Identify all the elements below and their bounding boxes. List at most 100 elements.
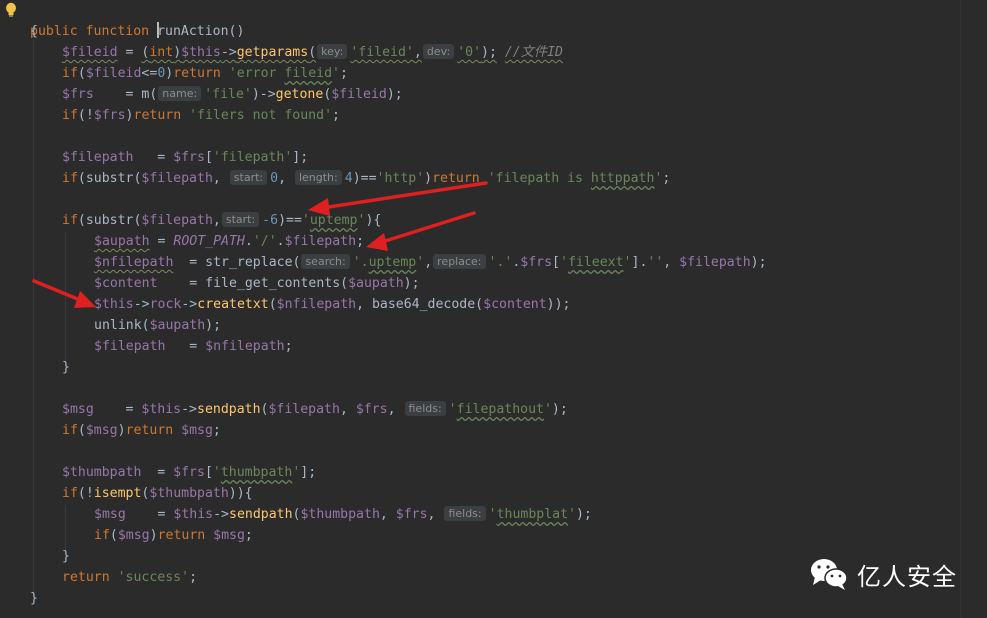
function-call: (substr( <box>77 213 142 228</box>
code-line-27: } <box>62 546 70 567</box>
string: 'error <box>228 66 285 81</box>
punct: ); <box>205 318 222 333</box>
variable: $frs <box>173 150 205 165</box>
code-line-3: $fileid = (int)$this->getparams(key:'fil… <box>62 42 563 63</box>
punct: ); <box>750 255 767 270</box>
variable: $msg <box>117 528 150 543</box>
punct: ; <box>339 66 348 81</box>
keyword: return <box>133 108 182 123</box>
function-call: file_get_contents( <box>205 276 349 291</box>
variable: $fileid <box>85 66 142 81</box>
punct: , <box>356 297 372 312</box>
method-name: createtxt <box>197 297 269 312</box>
keyword: function <box>85 24 150 39</box>
punct: ( <box>77 66 86 81</box>
variable: $filepath <box>679 255 751 270</box>
function-call: m( <box>141 87 158 102</box>
variable: $content <box>94 276 158 291</box>
keyword: if <box>94 528 110 543</box>
keyword: return <box>62 570 110 585</box>
punct: ( <box>268 297 277 312</box>
punct: )-> <box>251 87 276 102</box>
code-line-13: $nfilepath = str_replace(search: '.uptemp… <box>94 252 767 273</box>
punct: = <box>133 150 174 165</box>
code-line-24: if(!isempt($thumbpath)){ <box>62 483 253 504</box>
variable: $filepath <box>141 171 213 186</box>
wechat-icon <box>811 559 848 590</box>
code-line-23: $thumbpath = $frs['thumbpath']; <box>62 462 316 483</box>
string: 'filepath' <box>212 150 293 165</box>
vertical-scrollbar[interactable] <box>960 0 987 618</box>
variable: $frs <box>62 87 94 102</box>
punct: )){ <box>228 486 253 501</box>
function-call: unlink( <box>94 318 150 333</box>
punct: [ <box>204 150 213 165</box>
punct: , <box>278 171 294 186</box>
code-line-20: $msg = $this->sendpath($filepath, $frs, … <box>62 399 568 420</box>
punct: -> <box>133 297 150 312</box>
punct: ); <box>551 402 568 417</box>
param-hint: name: <box>158 86 202 101</box>
punct: -> <box>213 507 229 522</box>
string: '.' <box>488 255 513 270</box>
punct: ) <box>173 45 182 60</box>
punct: = <box>157 276 206 291</box>
punct: ); <box>481 45 497 60</box>
indent-guide <box>65 505 66 550</box>
code-line-12: $aupath = ROOT_PATH.'/'.$filepath; <box>94 231 364 252</box>
punct: = <box>125 507 174 522</box>
code-line-25: $msg = $this->sendpath($thumbpath, $frs,… <box>94 504 592 525</box>
variable: $this <box>181 45 221 60</box>
punct: ) <box>117 423 126 438</box>
string: ' <box>543 402 552 417</box>
punct: , <box>212 213 221 228</box>
punct: ( <box>308 45 317 60</box>
code-line-18: } <box>62 357 70 378</box>
constant: ROOT_PATH <box>173 234 245 249</box>
code-line-8: $filepath = $frs['filepath']; <box>62 147 308 168</box>
variable: $aupath <box>348 276 404 291</box>
punct: (! <box>77 108 94 123</box>
punct: )); <box>546 297 571 312</box>
number: -6 <box>262 213 279 228</box>
punct: = <box>173 255 206 270</box>
param-hint: dev: <box>422 44 455 59</box>
string: ' <box>448 402 457 417</box>
punct: , <box>339 402 356 417</box>
keyword: int <box>149 45 174 60</box>
variable: $this <box>173 507 214 522</box>
punct: ]; <box>292 150 309 165</box>
function-call: (substr( <box>77 171 142 186</box>
punct: = <box>165 339 206 354</box>
variable: $filepath <box>284 234 357 249</box>
watermark: 亿人安全 <box>809 556 957 592</box>
punct: [ <box>204 465 213 480</box>
variable: $frs <box>173 465 205 480</box>
punct: = <box>141 465 174 480</box>
code-editor[interactable]: public function runAction() { $fileid = … <box>0 0 987 618</box>
string: uptemp <box>368 255 417 270</box>
punct: = <box>149 234 174 249</box>
operator: <= <box>141 66 158 81</box>
keyword: if <box>62 213 78 228</box>
punct: -> <box>181 297 198 312</box>
punct: ); <box>575 507 592 522</box>
keyword: if <box>62 171 78 186</box>
string: fileid <box>284 66 333 81</box>
variable: $msg <box>213 528 245 543</box>
lightbulb-icon[interactable] <box>4 2 18 18</box>
code-line-21: if($msg)return $msg; <box>62 420 221 441</box>
keyword: return <box>125 423 174 438</box>
punct: ); <box>403 276 420 291</box>
punct: , <box>387 402 404 417</box>
param-hint: search: <box>301 254 350 269</box>
punct: . <box>276 234 285 249</box>
brace: } <box>62 549 70 564</box>
punct: ; <box>212 423 221 438</box>
punct: = <box>93 87 142 102</box>
variable: $msg <box>94 507 126 522</box>
comment: //文件ID <box>504 45 563 60</box>
code-line-2: { <box>30 21 38 42</box>
punct: ); <box>386 87 403 102</box>
variable: $thumbpath <box>300 507 380 522</box>
